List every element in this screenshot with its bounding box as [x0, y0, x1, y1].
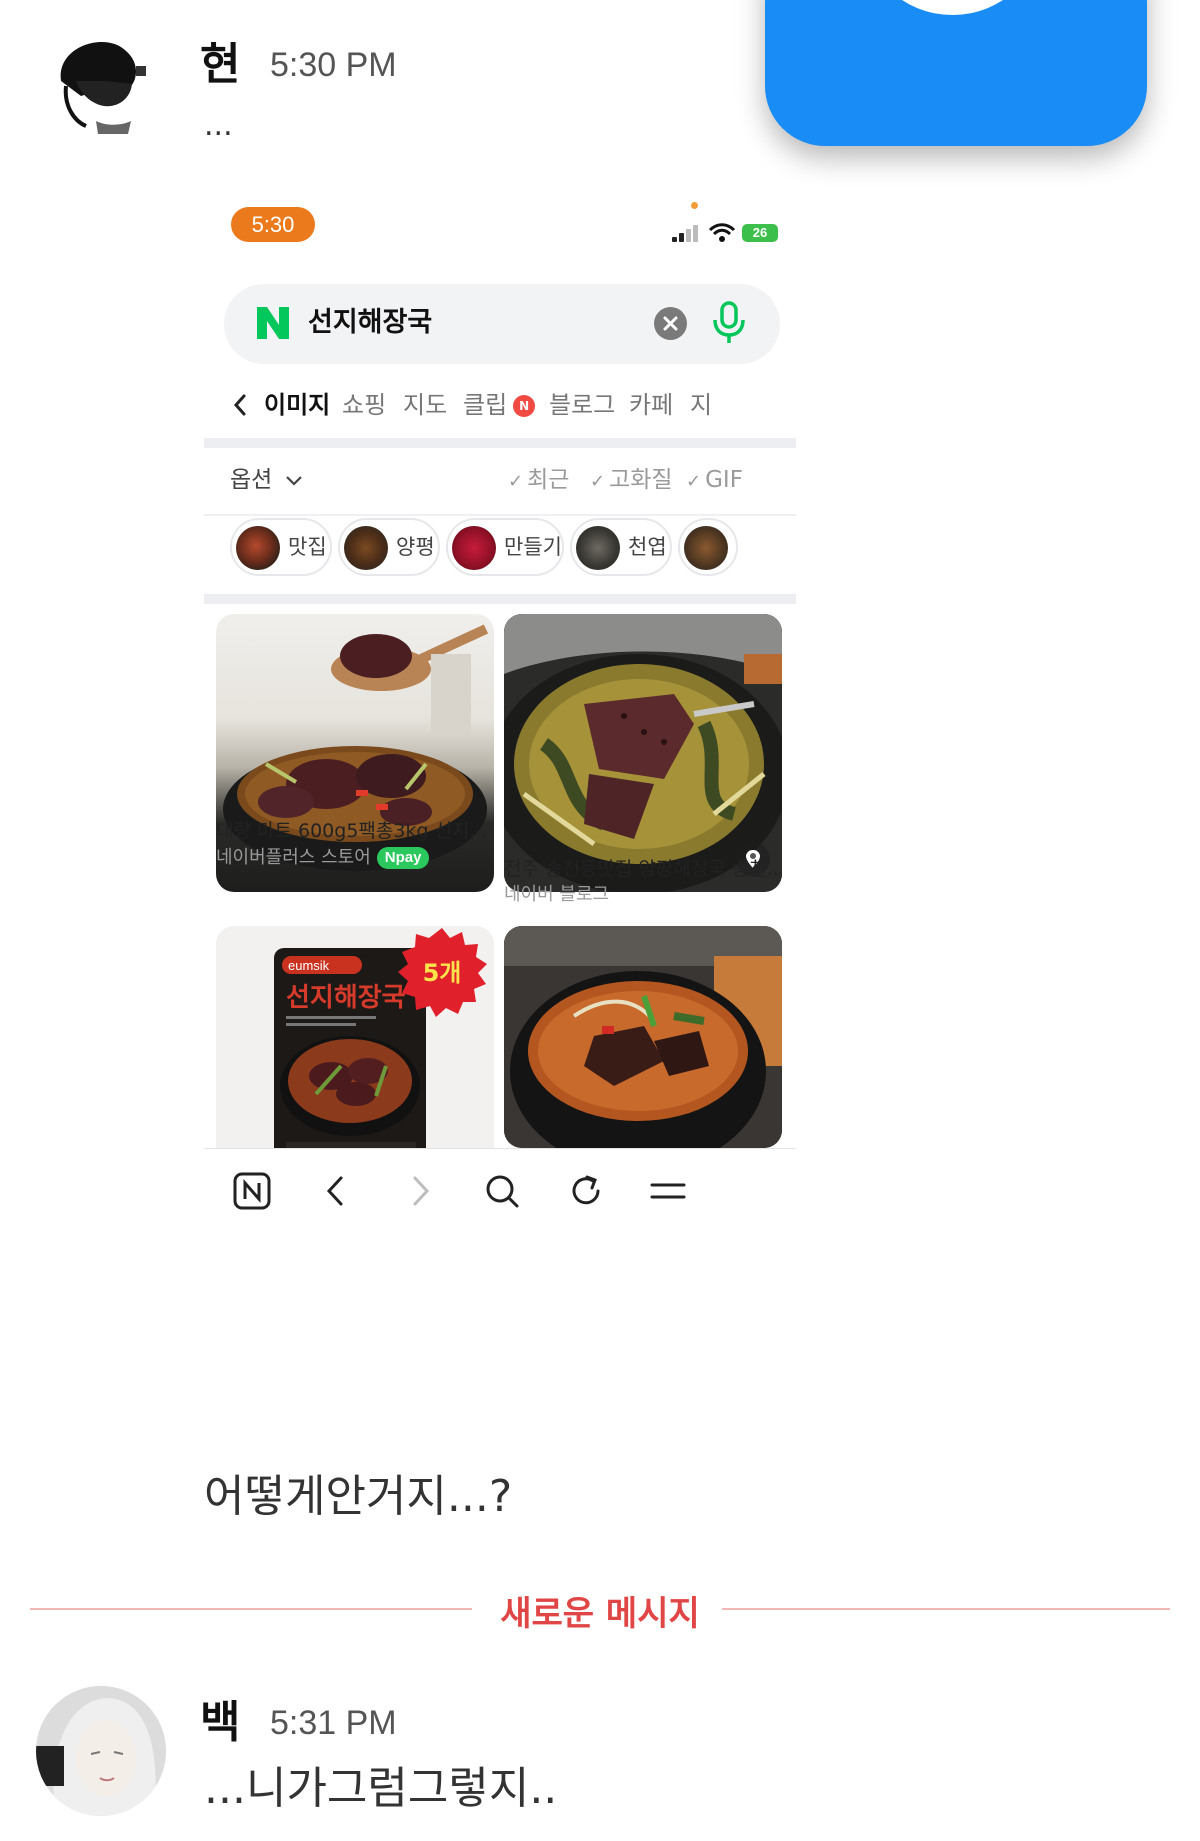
sender-name: 백 — [200, 1697, 241, 1748]
mic-indicator-dot — [691, 202, 698, 209]
filter-hq[interactable]: ✓ 고화질 — [590, 460, 673, 502]
filter-hq-label: 고화질 — [609, 467, 673, 493]
result-source: 네이버 블로그 — [504, 884, 610, 905]
chip-matjip[interactable]: 맛집 — [230, 518, 332, 576]
result-source: 네이버플러스 스토어 Npay — [216, 843, 430, 869]
divider — [204, 438, 796, 448]
related-chips: 맛집 양평 만들기 천엽 — [230, 518, 796, 578]
tab-map[interactable]: 지도 — [403, 385, 447, 425]
result-source-label: 네이버플러스 스토어 — [216, 847, 371, 868]
new-message-divider: 새로운 메시지 — [500, 1594, 700, 1634]
avatar-hyun[interactable] — [36, 26, 166, 156]
message-text: ...니가그럼그렇지.. — [204, 1763, 558, 1814]
message-time: 5:31 PM — [270, 1704, 397, 1742]
tab-clip[interactable]: 클립 N — [463, 385, 536, 425]
filter-row: 옵션 ✓ 최근 ✓ 고화질 ✓ GIF — [230, 460, 770, 500]
sender-name: 현 — [200, 39, 241, 90]
filter-recent[interactable]: ✓ 최근 — [508, 460, 569, 502]
npay-badge: Npay — [376, 847, 430, 869]
chip-making[interactable]: 만들기 — [446, 518, 564, 576]
count-badge: 5개 — [398, 928, 487, 1017]
nav-forward-icon[interactable] — [398, 1169, 442, 1213]
filter-gif[interactable]: ✓ GIF — [686, 460, 743, 502]
chip-thumbnail — [684, 526, 728, 570]
result-title[interactable]: 대량 마트 600g5팩총3kg 선지... — [216, 816, 494, 843]
search-icon[interactable] — [480, 1169, 524, 1213]
tab-image[interactable]: 이미지 — [264, 385, 330, 425]
message-text: 어떻게안거지...? — [204, 1471, 513, 1522]
divider — [204, 594, 796, 604]
result-image[interactable] — [504, 926, 782, 1148]
shared-screenshot[interactable]: 5:30 26 선지해장국 이미지 쇼핑 지도 클립 N 블로그 카페 지 옵션… — [204, 188, 796, 1418]
app-icon[interactable] — [765, 0, 1147, 146]
nav-back-icon[interactable] — [314, 1169, 358, 1213]
chip-thumbnail — [576, 526, 620, 570]
filter-recent-label: 최근 — [527, 467, 570, 493]
menu-icon[interactable] — [646, 1169, 690, 1213]
result-image[interactable] — [504, 614, 782, 892]
options-dropdown[interactable]: 옵션 — [230, 460, 304, 500]
tab-shopping[interactable]: 쇼핑 — [342, 385, 386, 425]
divider — [204, 514, 796, 516]
count-badge-label: 5개 — [423, 959, 462, 987]
battery-icon: 26 — [742, 224, 778, 242]
signal-icon — [672, 224, 702, 242]
tab-blog[interactable]: 블로그 — [549, 385, 615, 425]
tab-clip-label: 클립 — [463, 391, 508, 419]
naver-home-icon[interactable] — [230, 1169, 274, 1213]
search-tabs: 이미지 쇼핑 지도 클립 N 블로그 카페 지 — [226, 385, 796, 425]
chip-thumbnail — [452, 526, 496, 570]
search-input[interactable]: 선지해장국 — [308, 304, 432, 342]
chip-thumbnail — [236, 526, 280, 570]
tab-cafe[interactable]: 카페 — [629, 385, 673, 425]
chip-cheonyeop[interactable]: 천엽 — [570, 518, 672, 576]
result-title[interactable]: 전주 송천동맛집 양평해장국 송천... — [504, 854, 782, 881]
avatar-baek[interactable] — [36, 1686, 166, 1816]
package-brand: eumsik — [288, 958, 330, 973]
chip-label: 양평 — [396, 535, 435, 559]
chip-label: 만들기 — [504, 535, 562, 559]
new-badge: N — [513, 395, 536, 417]
chip-label: 맛집 — [288, 535, 327, 559]
chevron-down-icon — [285, 475, 302, 486]
options-label: 옵션 — [230, 467, 273, 493]
clear-icon[interactable] — [654, 307, 687, 340]
chip-yangpyeong[interactable]: 양평 — [338, 518, 440, 576]
naver-n-icon[interactable] — [254, 304, 292, 342]
browser-bottom-nav — [204, 1148, 796, 1238]
message-time: 5:30 PM — [270, 46, 397, 84]
package-text: 선지해장국 — [286, 983, 406, 1013]
message-text: ... — [204, 108, 233, 143]
document-icon — [860, 0, 1045, 15]
mic-icon[interactable] — [709, 300, 749, 346]
status-time: 5:30 — [231, 207, 315, 242]
chip-thumbnail — [344, 526, 388, 570]
wifi-icon — [708, 223, 736, 242]
chip-label: 천엽 — [628, 535, 667, 559]
chip-more[interactable] — [678, 518, 738, 576]
tab-more[interactable]: 지 — [690, 385, 712, 425]
back-chevron-icon[interactable] — [226, 390, 256, 420]
filter-gif-label: GIF — [705, 467, 743, 493]
refresh-icon[interactable] — [564, 1169, 608, 1213]
search-bar[interactable]: 선지해장국 — [224, 284, 780, 364]
